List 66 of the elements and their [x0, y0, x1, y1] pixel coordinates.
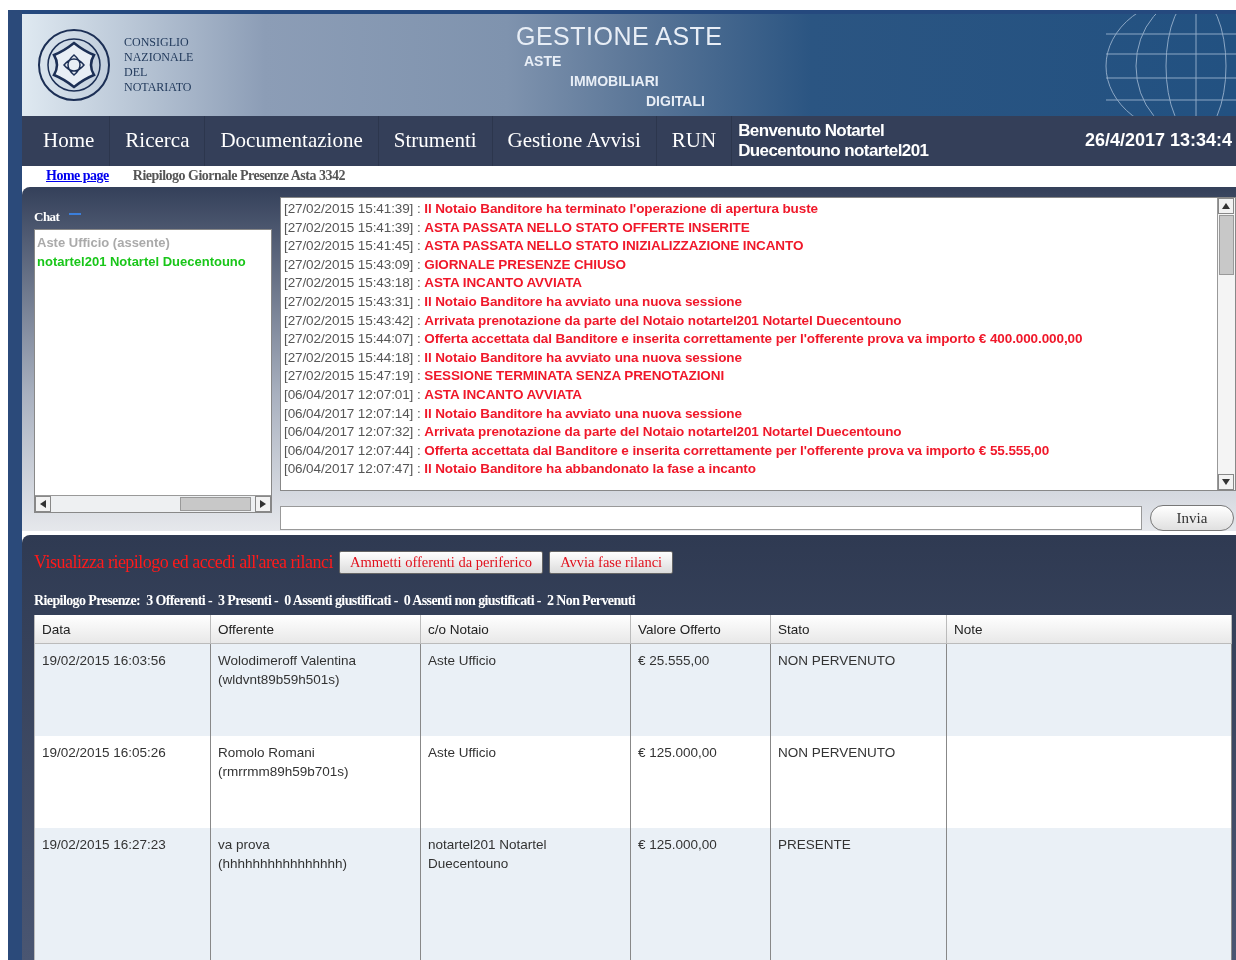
- chat-message: [27/02/2015 15:43:31] : Il Notaio Banditore ha avviato una nuova sessione: [284, 292, 743, 311]
- nav-link[interactable]: Documentazione: [205, 115, 379, 166]
- summary-count: 3 Presenti -: [217, 593, 279, 609]
- action-button[interactable]: Avvia fase rilanci: [549, 550, 674, 574]
- chat-message: [27/02/2015 15:47:19] : SESSIONE TERMINATA SENZA PRENOTAZIONI: [284, 367, 726, 386]
- summary-count: 0 Assenti giustificati -: [284, 593, 398, 609]
- summary-count: 0 Assenti non giustificati -: [403, 593, 541, 609]
- table-cell: 19/02/2015 16:27:23: [35, 828, 211, 920]
- chat-message: [27/02/2015 15:43:18] : ASTA INCANTO AVVIATA: [284, 274, 583, 293]
- left-arrow-icon: [39, 500, 47, 508]
- action-button[interactable]: Ammetti offerenti da periferico: [339, 550, 544, 574]
- summary-count: 2 Non Pervenuti: [546, 593, 636, 609]
- table-cell: PRESENTE: [771, 828, 947, 920]
- chat-message: [27/02/2015 15:41:39] : ASTA PASSATA NELLO STATO OFFERTE INSERITE: [284, 218, 751, 237]
- app-subtitle: IMMOBILIARI: [569, 72, 660, 91]
- summary-label: Riepilogo Presenze:: [34, 593, 141, 609]
- chat-message: [06/04/2017 12:07:44] : Offerta accettata dal Banditore e inserita correttamente per l'offerente prova va importo € 55.555,00: [284, 441, 1051, 460]
- app-subtitle: ASTE: [523, 52, 563, 71]
- chat-message: [06/04/2017 12:07:01] : ASTA INCANTO AVVIATA: [284, 385, 583, 404]
- column-header[interactable]: Valore Offerto: [631, 615, 771, 644]
- chat-message: [27/02/2015 15:43:09] : GIORNALE PRESENZE CHIUSO: [284, 255, 627, 274]
- app-title: GESTIONE ASTE: [516, 22, 723, 51]
- up-arrow-icon: [1222, 202, 1230, 210]
- table-cell: € 125.000,00: [631, 828, 771, 920]
- nav-link[interactable]: Ricerca: [110, 115, 206, 166]
- chat-title: Chat: [34, 209, 60, 225]
- nav-link[interactable]: Strumenti: [378, 115, 493, 166]
- message-input[interactable]: [280, 506, 1142, 530]
- nav-link[interactable]: Home: [28, 115, 111, 166]
- table-cell: Wolodimeroff Valentina (wldvnt89b59h501s): [211, 644, 421, 736]
- column-header[interactable]: Offerente: [211, 615, 421, 644]
- table-cell: 19/02/2015 16:03:56: [35, 644, 211, 736]
- organization-name: CONSIGLIO NAZIONALE DEL NOTARIATO: [124, 34, 194, 95]
- chat-message: [27/02/2015 15:41:39] : Il Notaio Banditore ha terminato l'operazione di apertura buste: [284, 200, 819, 218]
- table-cell: notartel201 Notartel Duecentouno: [421, 828, 631, 920]
- welcome-text: Benvenuto Notartel Duecentouno notartel201: [738, 120, 930, 161]
- horizontal-scrollbar[interactable]: [35, 495, 271, 512]
- chat-message: [06/04/2017 12:07:47] : Il Notaio Banditore ha abbandonato la fase a incanto: [284, 460, 757, 479]
- datetime: 26/4/2017 13:34:4: [1084, 130, 1233, 152]
- table-cell: Aste Ufficio: [421, 644, 631, 736]
- scrollbar-thumb[interactable]: [1219, 215, 1234, 275]
- vertical-scrollbar[interactable]: [1217, 198, 1235, 490]
- column-header[interactable]: Stato: [771, 615, 947, 644]
- breadcrumb-link[interactable]: Home page: [46, 168, 109, 185]
- table-cell: va prova (hhhhhhhhhhhhhhhh): [211, 828, 421, 920]
- column-header[interactable]: Data: [35, 615, 211, 644]
- nav-link[interactable]: Gestione Avvisi: [492, 115, 657, 166]
- chat-message: [27/02/2015 15:41:45] : ASTA PASSATA NELLO STATO INIZIALIZZAZIONE INCANTO: [284, 237, 805, 256]
- table-cell: € 25.555,00: [631, 644, 771, 736]
- app-subtitle: DIGITALI: [645, 92, 706, 111]
- scrollbar-thumb[interactable]: [179, 497, 251, 511]
- right-arrow-icon: [259, 500, 267, 508]
- chat-message: [06/04/2017 12:07:32] : Arrivata prenotazione da parte del Notaio notartel201 Notartel Duecentouno: [284, 423, 903, 442]
- send-button[interactable]: Invia: [1150, 505, 1234, 531]
- summary-count: 3 Offerenti -: [146, 593, 212, 609]
- table-cell: NON PERVENUTO: [771, 644, 947, 736]
- down-arrow-icon: [1222, 478, 1230, 486]
- chat-message: [27/02/2015 15:43:42] : Arrivata prenotazione da parte del Notaio notartel201 Notartel Duecentouno: [284, 311, 903, 330]
- chat-message: [06/04/2017 12:07:14] : Il Notaio Banditore ha avviato una nuova sessione: [284, 404, 743, 423]
- chat-message: [27/02/2015 15:44:18] : Il Notaio Banditore ha avviato una nuova sessione: [284, 348, 743, 367]
- column-header[interactable]: c/o Notaio: [421, 615, 631, 644]
- minimize-icon[interactable]: [69, 213, 82, 215]
- column-header[interactable]: Note: [947, 615, 1232, 644]
- nav-link[interactable]: RUN: [656, 115, 733, 166]
- breadcrumb-current: Riepilogo Giornale Presenze Asta 3342: [132, 168, 345, 185]
- chat-message: [27/02/2015 15:44:07] : Offerta accettata dal Banditore e inserita correttamente per l'offerente prova va importo € 400.000.000,00: [284, 330, 1084, 349]
